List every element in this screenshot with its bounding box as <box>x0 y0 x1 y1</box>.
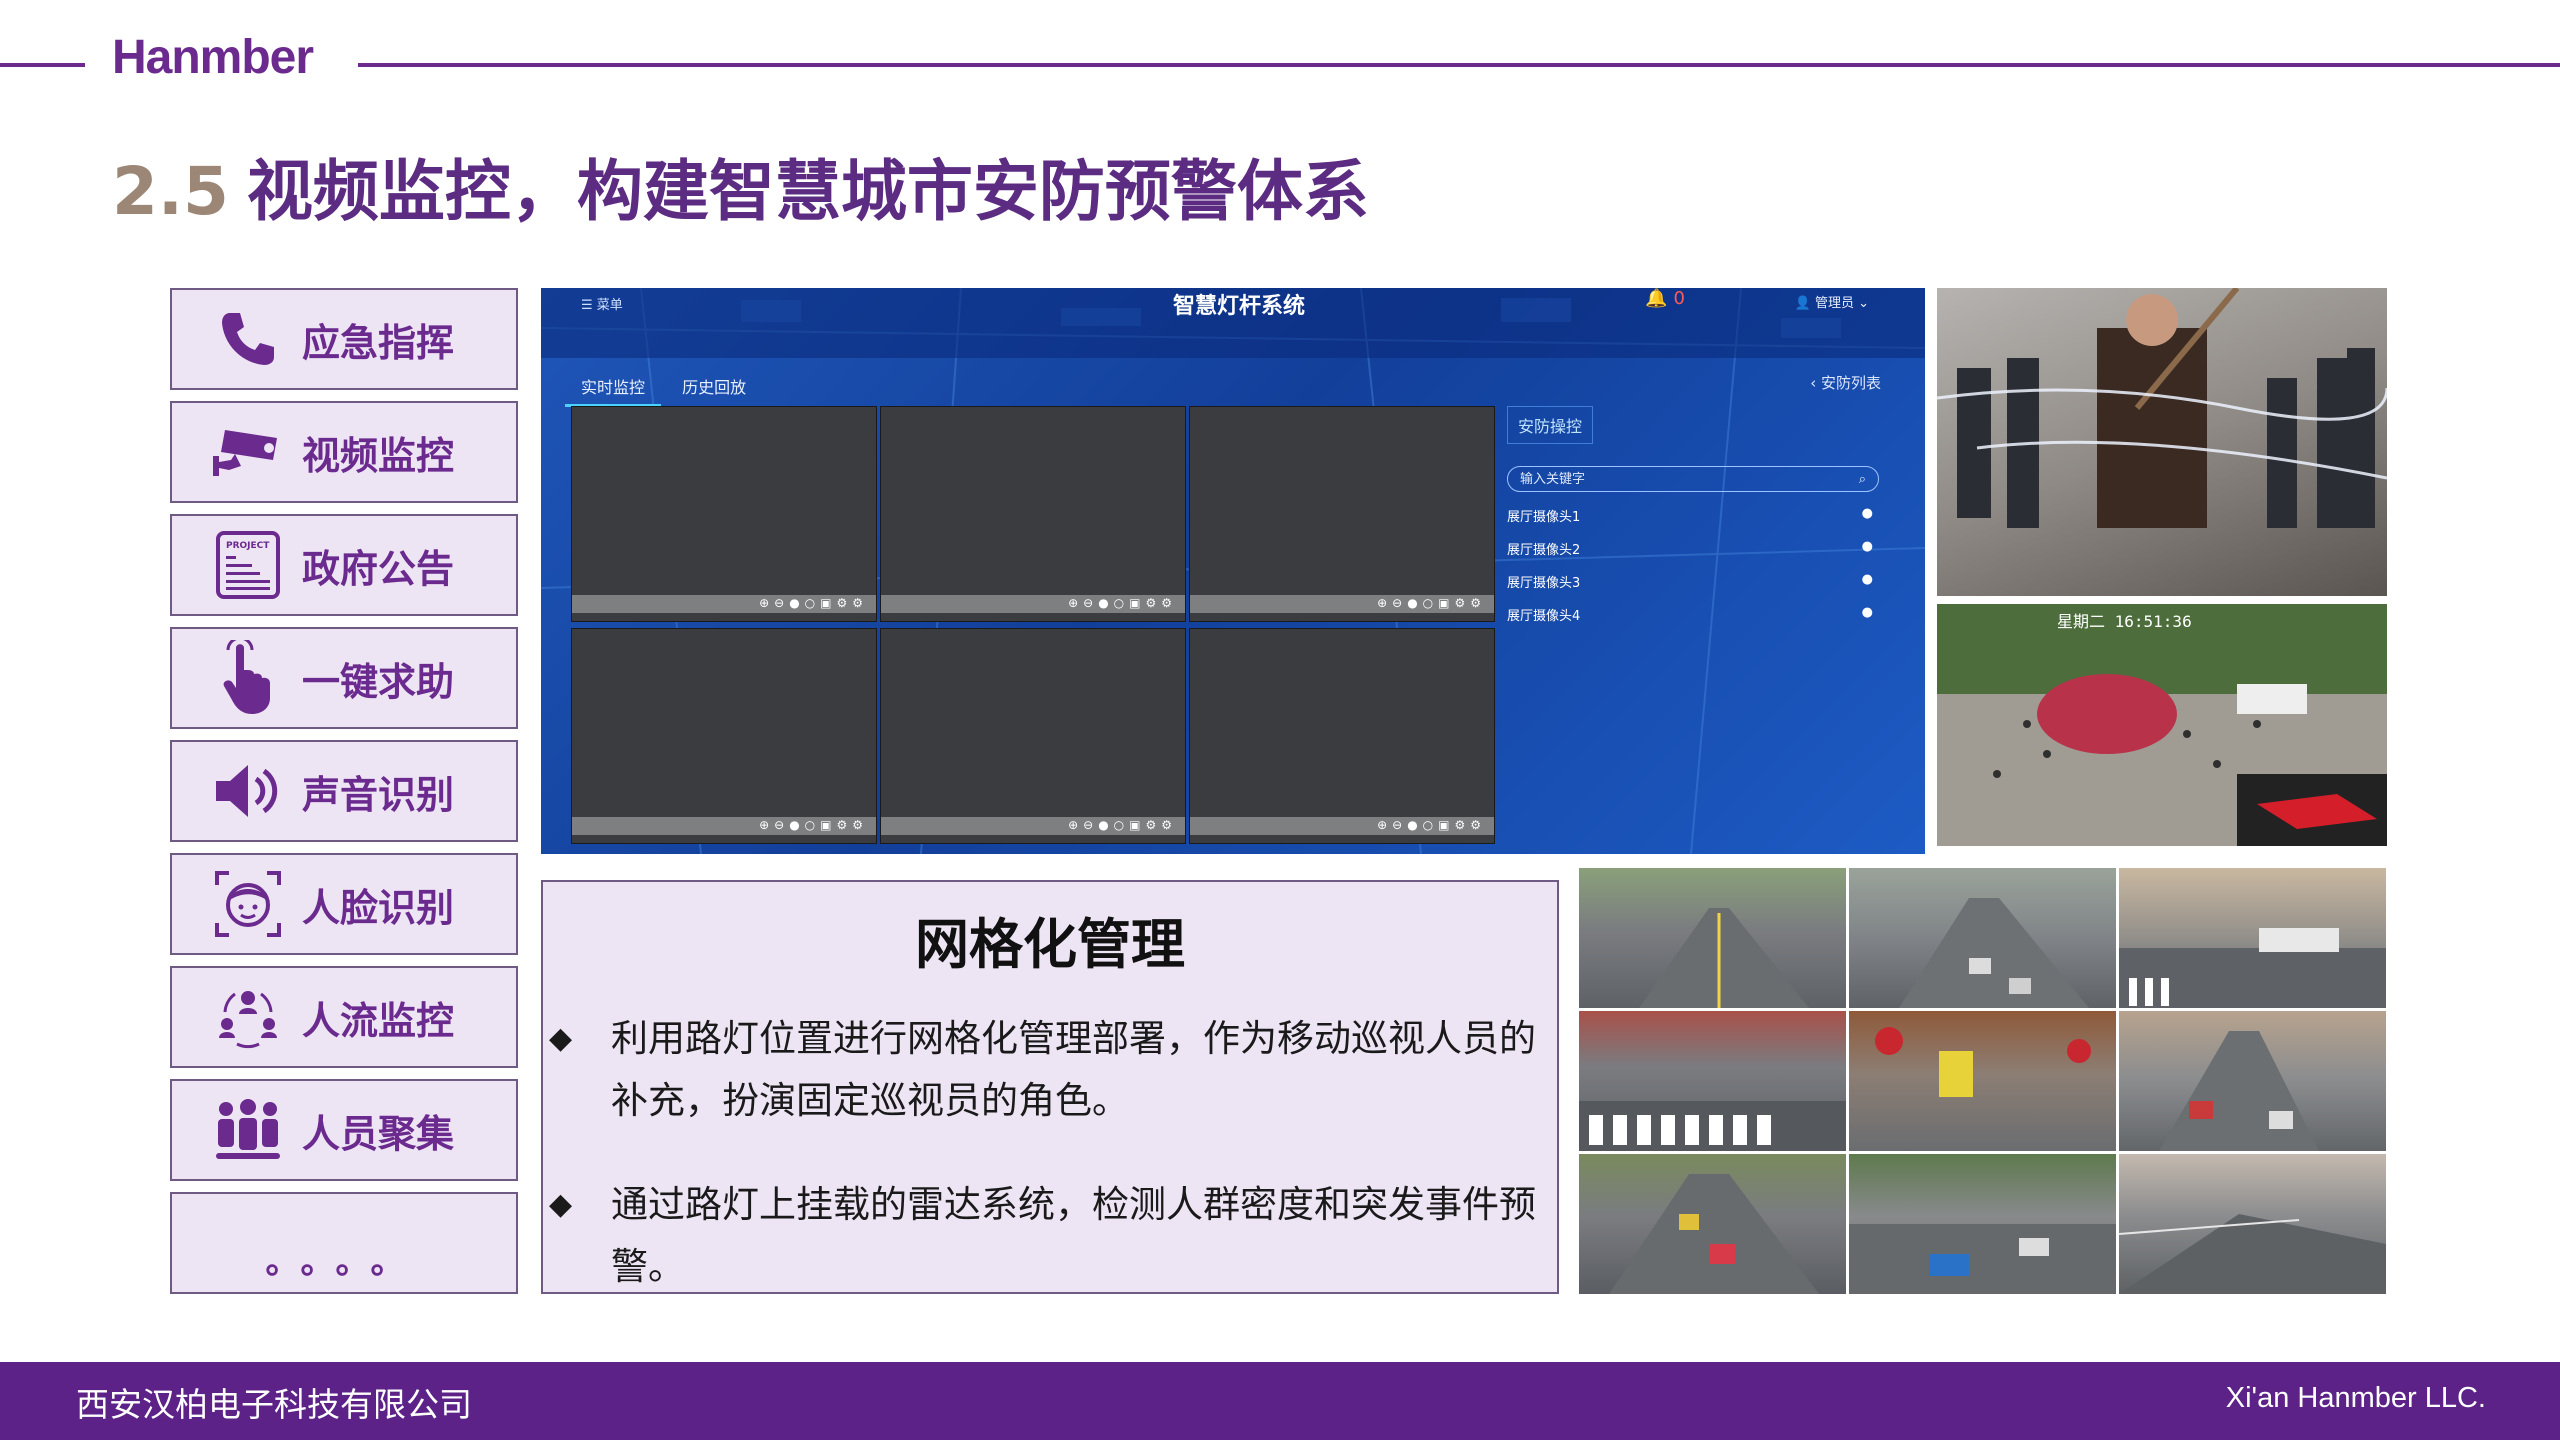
footer-company-en: Xi'an Hanmber LLC. <box>2225 1382 2486 1414</box>
crowd-icon <box>202 1085 294 1175</box>
menu-item-label: 人流监控 <box>302 998 455 1043</box>
police-incident-photo <box>1937 288 2387 596</box>
menu-item-label: 政府公告 <box>302 546 455 591</box>
header-rule-left <box>0 63 85 67</box>
traffic-camera-mosaic <box>1579 868 2387 1294</box>
menu-item-face-recognition[interactable]: 人脸识别 <box>170 853 518 955</box>
video-grid: ⊕⊖●○▣⚙⚙ ⊕⊖●○▣⚙⚙ ⊕⊖●○▣⚙⚙ ⊕⊖●○▣⚙⚙ ⊕⊖●○▣⚙⚙ … <box>571 406 1495 844</box>
traffic-camera-view <box>2119 1154 2386 1294</box>
video-toolbar[interactable]: ⊕⊖●○▣⚙⚙ <box>881 595 1185 613</box>
photo-timestamp: 星期二 16:51:36 <box>2057 612 2192 631</box>
search-icon[interactable]: ⌕ <box>1859 467 1866 493</box>
menu-item-label: 应急指挥 <box>302 320 455 365</box>
panel-title: 安防操控 <box>1507 406 1594 444</box>
footer-bar: 西安汉柏电子科技有限公司 Xi'an Hanmber LLC. <box>0 1362 2560 1440</box>
section-number: 2.5 <box>112 153 229 230</box>
svg-text:PROJECT: PROJECT <box>226 541 270 551</box>
video-cell[interactable]: ⊕⊖●○▣⚙⚙ <box>880 406 1186 622</box>
menu-item-voice-recognition[interactable]: 声音识别 <box>170 740 518 842</box>
footer-company-cn: 西安汉柏电子科技有限公司 <box>76 1385 472 1424</box>
diamond-bullet-icon: ◆ <box>549 1021 573 1056</box>
camera-list-item[interactable]: 展厅摄像头4 ● <box>1507 605 1879 624</box>
security-list-link[interactable]: ‹ 安防列表 <box>1810 372 1881 393</box>
people-flow-icon <box>202 972 294 1062</box>
menu-item-sos[interactable]: 一键求助 <box>170 627 518 729</box>
grid-management-title: 网格化管理 <box>915 913 1185 976</box>
more-ellipsis: 。。。。 <box>265 1241 423 1282</box>
video-toolbar[interactable]: ⊕⊖●○▣⚙⚙ <box>1190 595 1494 613</box>
video-cell[interactable]: ⊕⊖●○▣⚙⚙ <box>1189 628 1495 844</box>
camera-list-item[interactable]: 展厅摄像头2 ● <box>1507 539 1879 558</box>
traffic-camera-view <box>1849 1011 2116 1151</box>
traffic-camera-view <box>1579 1154 1846 1294</box>
menu-item-label: 视频监控 <box>302 433 455 478</box>
face-scan-icon <box>202 859 294 949</box>
video-toolbar[interactable]: ⊕⊖●○▣⚙⚙ <box>1190 817 1494 835</box>
dashboard-menu-button[interactable]: ☰ 菜单 <box>581 294 623 313</box>
bullet-item: ◆ 利用路灯位置进行网格化管理部署，作为移动巡视人员的补充，扮演固定巡视员的角色… <box>549 1008 1549 1132</box>
crowd-surveillance-photo: 星期二 16:51:36 <box>1937 604 2387 846</box>
traffic-camera-view <box>2119 1011 2386 1151</box>
speaker-icon <box>202 746 294 836</box>
menu-item-video-monitor[interactable]: 视频监控 <box>170 401 518 503</box>
dashboard-title: 智慧灯杆系统 <box>1173 294 1306 319</box>
video-toolbar[interactable]: ⊕⊖●○▣⚙⚙ <box>572 817 876 835</box>
bullet-item: ◆ 通过路灯上挂载的雷达系统，检测人群密度和突发事件预警。 <box>549 1174 1549 1298</box>
header-rule-right <box>358 63 2560 67</box>
dashboard-tabs: 实时监控 历史回放 <box>565 368 762 407</box>
menu-item-label: 一键求助 <box>302 659 455 704</box>
monitoring-dashboard: ☰ 菜单 智慧灯杆系统 🔔 0 👤 管理员 ⌄ 实时监控 历史回放 ‹ 安防列表… <box>541 288 1925 854</box>
cctv-camera-icon <box>202 407 294 497</box>
diamond-bullet-icon: ◆ <box>549 1187 573 1222</box>
menu-item-more[interactable]: 。。。。 <box>170 1192 518 1294</box>
section-title: 视频监控，构建智慧城市安防预警体系 <box>246 153 1369 230</box>
video-toolbar[interactable]: ⊕⊖●○▣⚙⚙ <box>881 817 1185 835</box>
location-pin-icon[interactable]: ● <box>1862 572 1873 587</box>
menu-item-emergency[interactable]: 应急指挥 <box>170 288 518 390</box>
phone-icon <box>202 294 294 384</box>
menu-item-people-flow[interactable]: 人流监控 <box>170 966 518 1068</box>
traffic-camera-view <box>1849 1154 2116 1294</box>
video-cell[interactable]: ⊕⊖●○▣⚙⚙ <box>571 406 877 622</box>
grid-management-box: 网格化管理 ◆ 利用路灯位置进行网格化管理部署，作为移动巡视人员的补充，扮演固定… <box>541 880 1559 1294</box>
tab-history[interactable]: 历史回放 <box>666 368 762 404</box>
menu-item-gov-notice[interactable]: PROJECT 政府公告 <box>170 514 518 616</box>
page-title: 2.5 视频监控，构建智慧城市安防预警体系 <box>112 138 1369 234</box>
alarm-bell-icon[interactable]: 🔔 0 <box>1645 288 1685 309</box>
user-menu[interactable]: 👤 管理员 ⌄ <box>1795 292 1869 311</box>
location-pin-icon[interactable]: ● <box>1862 506 1873 521</box>
location-pin-icon[interactable]: ● <box>1862 539 1873 554</box>
traffic-camera-view <box>1579 868 1846 1008</box>
menu-item-label: 声音识别 <box>302 772 455 817</box>
tab-live[interactable]: 实时监控 <box>565 368 662 407</box>
camera-search-input[interactable]: 输入关键字 ⌕ <box>1507 466 1879 492</box>
menu-item-crowd-gathering[interactable]: 人员聚集 <box>170 1079 518 1181</box>
traffic-camera-view <box>1579 1011 1846 1151</box>
camera-list-item[interactable]: 展厅摄像头3 ● <box>1507 572 1879 591</box>
menu-item-label: 人员聚集 <box>302 1111 455 1156</box>
menu-item-label: 人脸识别 <box>302 885 455 930</box>
project-document-icon: PROJECT <box>202 520 294 610</box>
traffic-camera-view <box>1849 868 2116 1008</box>
brand-logo: Hanmber <box>112 31 314 84</box>
hand-pointer-icon <box>202 633 294 723</box>
location-pin-icon[interactable]: ● <box>1862 605 1873 620</box>
video-cell[interactable]: ⊕⊖●○▣⚙⚙ <box>571 628 877 844</box>
security-panel: 安防操控 输入关键字 ⌕ 展厅摄像头1 ● 展厅摄像头2 ● 展厅摄像头3 ● 展厅摄… <box>1507 406 1887 846</box>
video-cell[interactable]: ⊕⊖●○▣⚙⚙ <box>1189 406 1495 622</box>
video-toolbar[interactable]: ⊕⊖●○▣⚙⚙ <box>572 595 876 613</box>
traffic-camera-view <box>2119 868 2386 1008</box>
camera-list-item[interactable]: 展厅摄像头1 ● <box>1507 506 1879 525</box>
video-cell[interactable]: ⊕⊖●○▣⚙⚙ <box>880 628 1186 844</box>
